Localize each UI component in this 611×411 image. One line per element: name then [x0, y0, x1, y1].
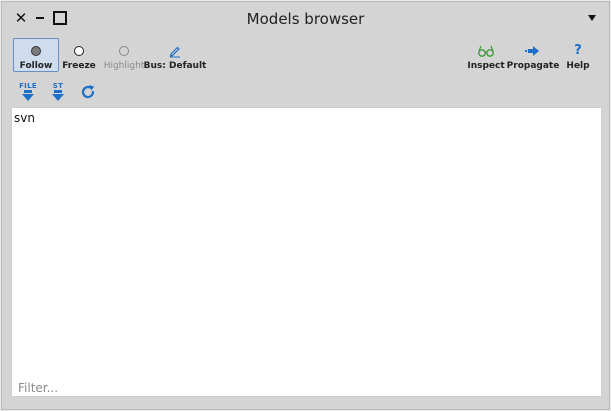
models-browser-window: ✕ Models browser Follow Freeze Highlight… [1, 1, 610, 410]
st-export-button[interactable]: ST [48, 82, 68, 104]
radio-disabled-icon [119, 46, 129, 56]
freeze-button[interactable]: Freeze [62, 38, 96, 72]
bus-button[interactable]: Bus: Default [144, 38, 206, 72]
st-arrow-stem [54, 90, 62, 93]
help-button[interactable]: ? Help [565, 38, 591, 72]
glasses-icon [478, 45, 494, 57]
pencil-icon [169, 46, 180, 58]
highlight-label: Highlight [103, 61, 145, 71]
filter-input[interactable] [12, 378, 601, 397]
follow-label: Follow [19, 61, 53, 71]
file-arrow-stem [24, 90, 32, 93]
arrow-right-icon [525, 46, 539, 56]
question-icon: ? [574, 43, 582, 58]
propagate-label: Propagate [506, 61, 560, 71]
refresh-icon [81, 85, 95, 99]
file-arrow-down-icon [22, 94, 34, 101]
st-arrow-down-icon [52, 94, 64, 101]
highlight-button[interactable]: Highlight [104, 38, 144, 72]
inspect-button[interactable]: Inspect [467, 38, 505, 72]
models-list: svn [11, 107, 602, 397]
follow-button[interactable]: Follow [13, 38, 59, 72]
menu-arrow-icon[interactable] [588, 15, 596, 21]
file-export-button[interactable]: FILE [18, 82, 38, 104]
st-label: ST [52, 82, 64, 90]
window-title: Models browser [246, 10, 365, 28]
refresh-button[interactable] [78, 83, 98, 105]
radio-empty-icon [74, 46, 84, 56]
freeze-label: Freeze [62, 61, 96, 71]
title-bar: ✕ Models browser [2, 2, 609, 36]
help-label: Help [566, 61, 590, 71]
propagate-button[interactable]: Propagate [507, 38, 559, 72]
radio-filled-icon [31, 46, 41, 56]
file-label: FILE [19, 82, 37, 90]
list-item[interactable]: svn [14, 111, 35, 125]
bus-label: Bus: Default [143, 61, 207, 71]
inspect-label: Inspect [467, 61, 505, 71]
